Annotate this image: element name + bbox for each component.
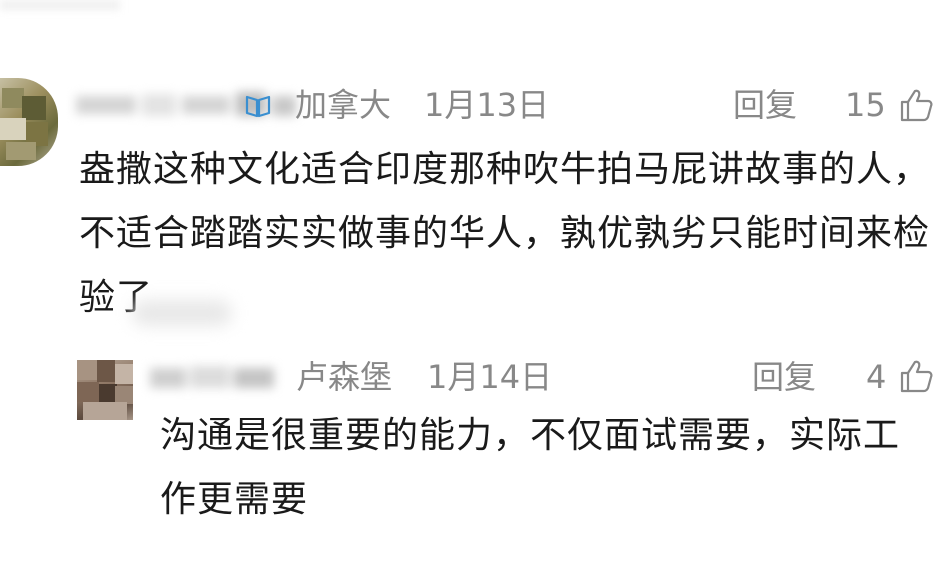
avatar[interactable] bbox=[77, 360, 133, 420]
thumbs-up-icon[interactable] bbox=[898, 87, 934, 123]
comment-location: 加拿大 bbox=[295, 86, 392, 124]
blurred-header-remnant bbox=[0, 0, 120, 10]
thumbs-up-icon[interactable] bbox=[898, 358, 934, 394]
comment-text: 沟通是很重要的能力，不仅面试需要，实际工作更需要 bbox=[160, 415, 901, 520]
book-badge-icon bbox=[245, 95, 271, 118]
comment-date: 1月14日 bbox=[427, 358, 553, 396]
comment-location: 卢森堡 bbox=[296, 358, 393, 396]
like-count: 15 bbox=[845, 86, 886, 124]
like-count: 4 bbox=[866, 358, 887, 396]
reply-button[interactable]: 回复 bbox=[752, 358, 816, 396]
reply-button[interactable]: 回复 bbox=[733, 86, 797, 124]
blurred-remnant bbox=[132, 300, 232, 326]
username-blurred[interactable] bbox=[150, 362, 290, 392]
avatar[interactable] bbox=[0, 78, 58, 166]
comment-date: 1月13日 bbox=[424, 86, 550, 124]
